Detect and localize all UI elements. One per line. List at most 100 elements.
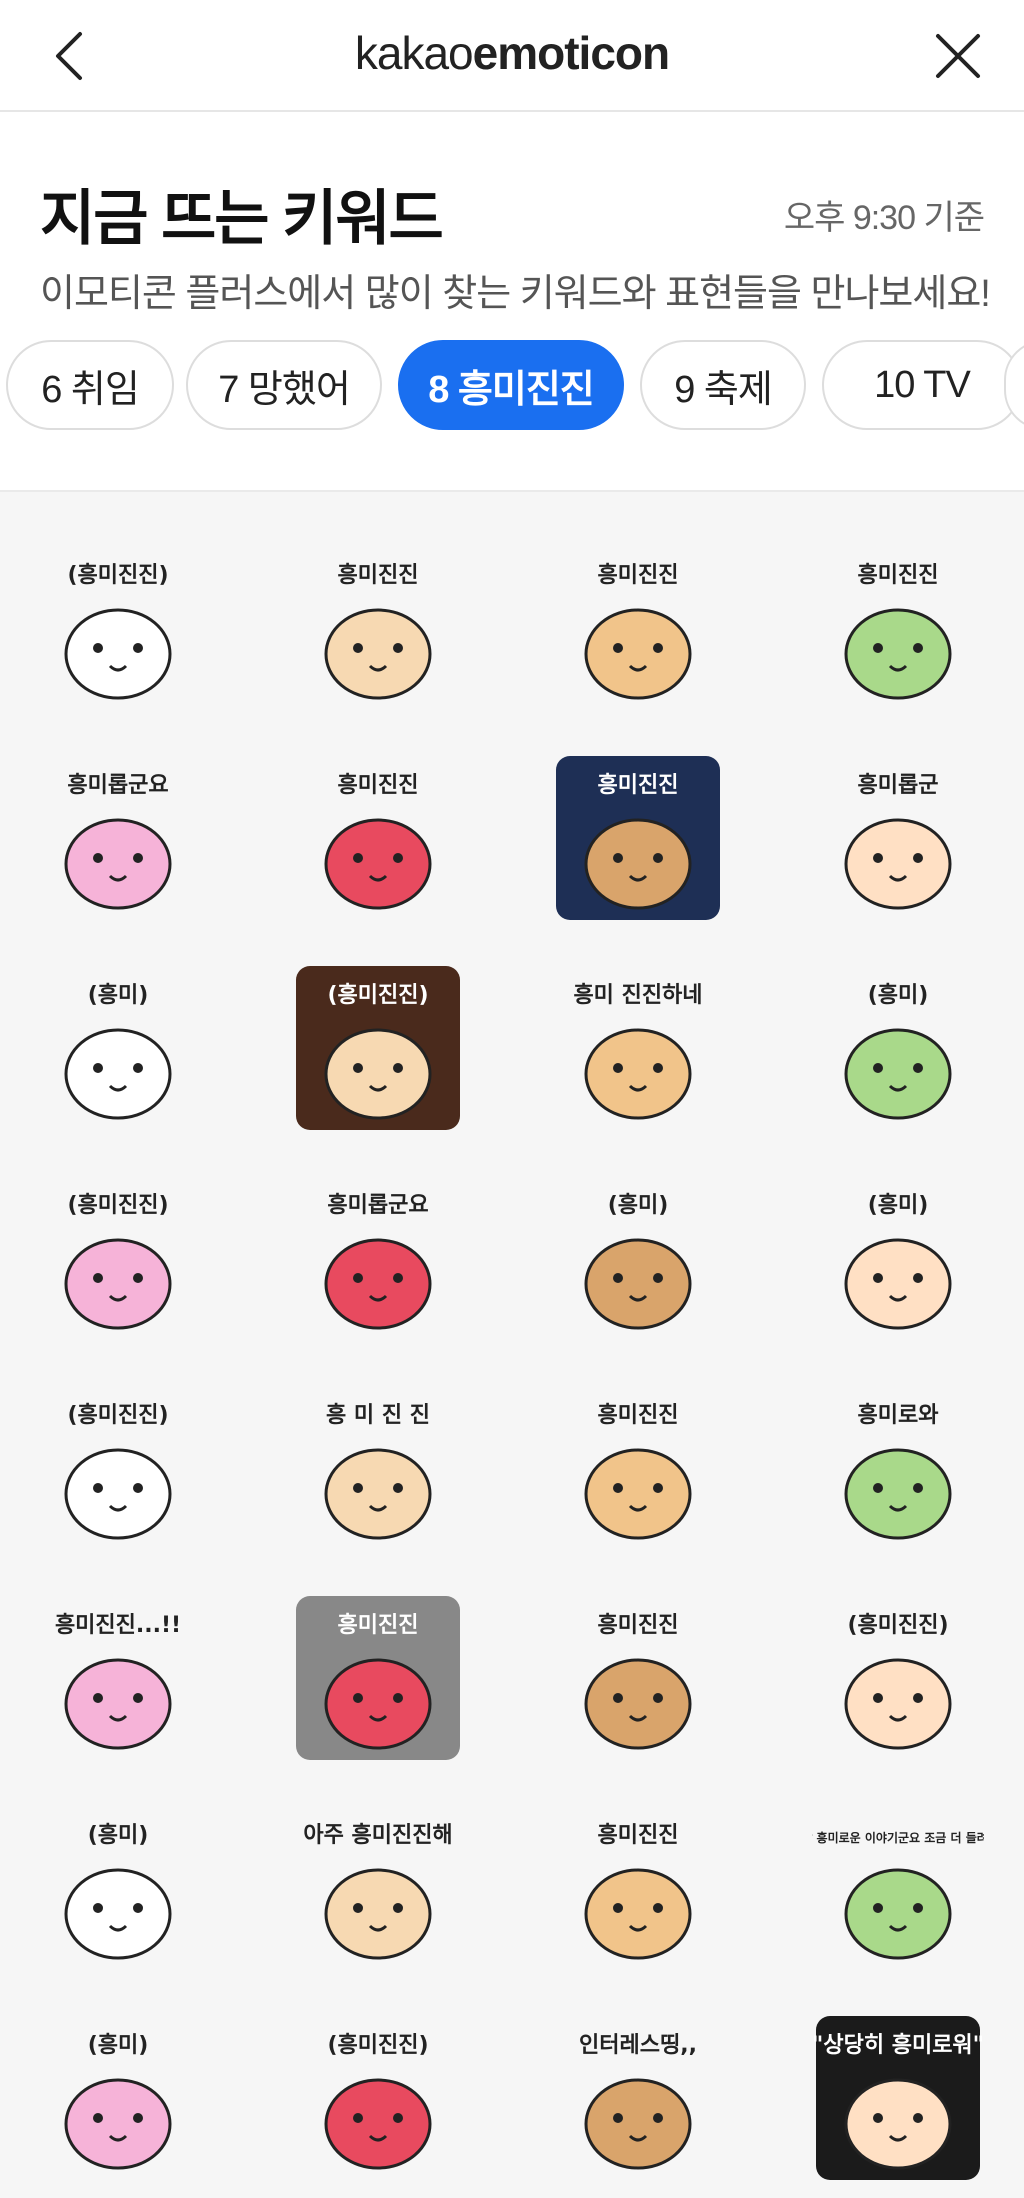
sticker-item[interactable]: (흥미) — [812, 1172, 984, 1344]
sticker-item[interactable]: 인터레스띵,, — [552, 2012, 724, 2184]
keyword-chip[interactable]: 6 취임 — [6, 340, 174, 430]
sticker-caption: (흥미진진) — [327, 2033, 428, 2058]
sticker-item[interactable]: (흥미) — [32, 2012, 204, 2184]
sticker-item[interactable]: 흥미진진 — [552, 542, 724, 714]
sticker-caption: 그것 참 흥미로운 이야기군요 조금 더 들려주시죠 — [812, 1830, 984, 1845]
sticker-caption: (흥미진진) — [67, 563, 168, 588]
sticker-caption: 흥미진진 — [858, 563, 939, 588]
sticker-image: (흥미) — [64, 983, 172, 1120]
sticker-item[interactable]: 흥미진진 — [292, 542, 464, 714]
sticker-image: 흥미진진 — [584, 1823, 692, 1960]
sticker-image: (흥미) — [64, 1823, 172, 1960]
sticker-caption: 흥미롭군 — [858, 773, 939, 798]
sticker-image: "상당히 흥미로워" — [812, 2016, 984, 2180]
sticker-image: (흥미) — [844, 983, 952, 1120]
brand-logo-light: kakao — [354, 27, 474, 79]
sticker-caption: 흥미로와 — [858, 1403, 939, 1428]
sticker-caption: 흥 미 진 진 — [326, 1403, 430, 1428]
sticker-caption: 흥미진진 — [598, 1613, 679, 1638]
sticker-item[interactable]: 흥미롭군 — [812, 752, 984, 924]
keyword-chip[interactable]: 7 망했어 — [186, 340, 382, 430]
sticker-image: (흥미) — [844, 1193, 952, 1330]
sticker-item[interactable]: (흥미진진) — [32, 1172, 204, 1344]
sticker-image: 인터레스띵,, — [579, 2033, 697, 2170]
sticker-caption: (흥미) — [88, 1823, 149, 1848]
sticker-item[interactable]: 흥미로와 — [812, 1382, 984, 1554]
sticker-item[interactable]: 흥미진진 — [292, 1592, 464, 1764]
keyword-chip[interactable]: 10 TV — [822, 340, 1022, 430]
sticker-image: 흥미진진 — [584, 1613, 692, 1750]
sticker-item[interactable]: 흥미진진 — [552, 1592, 724, 1764]
sticker-image: 아주 흥미진진해 — [303, 1823, 453, 1960]
sticker-item[interactable]: 흥미롭군요 — [292, 1172, 464, 1344]
sticker-caption: "상당히 흥미로워" — [812, 2033, 984, 2058]
sticker-caption: 흥미 진진하네 — [573, 983, 702, 1008]
keyword-chip-list: 6 취임 7 망했어 8 흥미진진 9 축제 10 TV — [0, 340, 1024, 434]
sticker-image: 흥미진진 — [324, 563, 432, 700]
close-icon[interactable] — [932, 30, 984, 82]
sticker-image: (흥미진진) — [324, 2033, 432, 2170]
sticker-image: (흥미진진) — [296, 966, 460, 1130]
sticker-item[interactable]: 흥미진진...!! — [32, 1592, 204, 1764]
sticker-item[interactable]: 흥미진진 — [552, 752, 724, 924]
sticker-caption: 흥미진진 — [338, 563, 419, 588]
sticker-item[interactable]: 아주 흥미진진해 — [292, 1802, 464, 1974]
sticker-item[interactable]: (흥미) — [812, 962, 984, 1134]
sticker-caption: 흥미진진 — [338, 773, 419, 798]
sticker-image: 흥미진진 — [844, 563, 952, 700]
sticker-caption: (흥미) — [88, 2033, 149, 2058]
sticker-caption: 인터레스띵,, — [579, 2033, 697, 2058]
sticker-item[interactable]: 흥미진진 — [812, 542, 984, 714]
section-title: 지금 뜨는 키워드 — [40, 185, 444, 252]
sticker-item[interactable]: (흥미진진) — [32, 542, 204, 714]
sticker-item[interactable]: 흥 미 진 진 — [292, 1382, 464, 1554]
sticker-image: 흥미롭군요 — [64, 773, 172, 910]
sticker-caption: (흥미진진) — [67, 1193, 168, 1218]
keyword-chip[interactable]: 9 축제 — [640, 340, 806, 430]
sticker-image: 흥미진진 — [584, 1403, 692, 1540]
sticker-caption: (흥미진진) — [67, 1403, 168, 1428]
sticker-caption: 흥미진진 — [598, 1823, 679, 1848]
sticker-image: (흥미진진) — [64, 563, 172, 700]
sticker-item[interactable]: (흥미) — [32, 962, 204, 1134]
sticker-item[interactable]: 흥미진진 — [552, 1382, 724, 1554]
sticker-image: 흥미진진...!! — [55, 1613, 181, 1750]
sticker-caption: 흥미진진 — [598, 773, 679, 798]
sticker-image: 흥미진진 — [296, 1596, 460, 1760]
sticker-item[interactable]: (흥미진진) — [812, 1592, 984, 1764]
sticker-item[interactable]: (흥미) — [32, 1802, 204, 1974]
sticker-image: 흥미로와 — [844, 1403, 952, 1540]
sticker-item[interactable]: 흥미 진진하네 — [552, 962, 724, 1134]
sticker-item[interactable]: (흥미진진) — [292, 2012, 464, 2184]
sticker-caption: 흥미롭군요 — [67, 773, 168, 798]
sticker-item[interactable]: (흥미) — [552, 1172, 724, 1344]
sticker-image: 흥미진진 — [324, 773, 432, 910]
sticker-caption: 흥미진진...!! — [55, 1613, 181, 1638]
sticker-caption: 흥미롭군요 — [327, 1193, 428, 1218]
sticker-caption: 흥미진진 — [598, 563, 679, 588]
sticker-caption: (흥미) — [88, 983, 149, 1008]
sticker-item[interactable]: 그것 참 흥미로운 이야기군요 조금 더 들려주시죠 — [812, 1802, 984, 1974]
sticker-item[interactable]: 흥미진진 — [292, 752, 464, 924]
sticker-image: (흥미) — [64, 2033, 172, 2170]
sticker-item[interactable]: 흥미롭군요 — [32, 752, 204, 924]
sticker-caption: (흥미) — [868, 983, 929, 1008]
sticker-image: (흥미진진) — [844, 1613, 952, 1750]
keyword-chip[interactable]: 8 흥미진진 — [398, 340, 624, 430]
sticker-item[interactable]: 흥미진진 — [552, 1802, 724, 1974]
sticker-caption: (흥미진진) — [847, 1613, 948, 1638]
sticker-item[interactable]: (흥미진진) — [292, 962, 464, 1134]
sticker-caption: (흥미) — [608, 1193, 669, 1218]
trending-keywords-section: 지금 뜨는 키워드 오후 9:30 기준 이모티콘 플러스에서 많이 찾는 키워… — [0, 112, 1024, 490]
sticker-image: (흥미진진) — [64, 1193, 172, 1330]
sticker-image: 흥미진진 — [556, 756, 720, 920]
updated-time: 오후 9:30 기준 — [783, 199, 985, 237]
sticker-caption: 흥미진진 — [338, 1613, 419, 1638]
sticker-image: (흥미) — [584, 1193, 692, 1330]
brand-logo: kakaoemoticon — [0, 26, 1024, 80]
sticker-caption: 아주 흥미진진해 — [303, 1823, 452, 1848]
sticker-item[interactable]: (흥미진진) — [32, 1382, 204, 1554]
sticker-image: 흥 미 진 진 — [324, 1403, 432, 1540]
sticker-item[interactable]: "상당히 흥미로워" — [812, 2012, 984, 2184]
sticker-grid: (흥미진진) 흥미진진 흥미진진 흥미진진 흥미롭군요 흥미진진 흥미진진 흥미롭군 (흥미)(… — [0, 490, 1024, 2198]
